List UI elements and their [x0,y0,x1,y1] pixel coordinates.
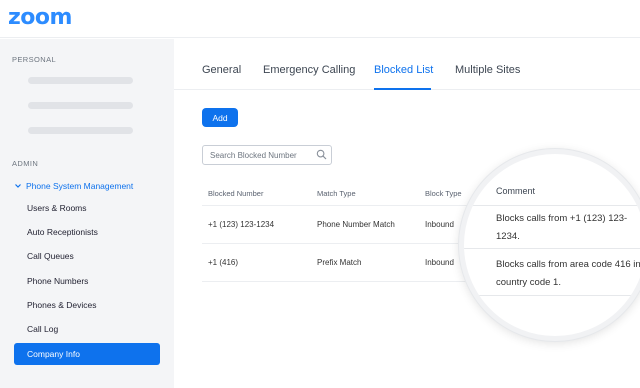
personal-placeholder-item [28,127,133,134]
cell-comment: Blocks calls from area code 416 in count… [496,259,640,288]
personal-placeholder-item [28,77,133,84]
sidebar: PERSONAL ADMIN Phone System Management U… [0,39,174,388]
table-row-divider [464,295,640,296]
sidebar-item-phones-devices[interactable]: Phones & Devices [27,300,96,310]
cell-blocked-number: +1 (416) [208,258,239,267]
tab-multiple-sites[interactable]: Multiple Sites [455,64,520,76]
cell-block-type: Inbound [425,220,454,229]
cell-match-type: Phone Number Match [317,220,395,229]
chevron-down-icon [15,184,21,188]
section-label-personal: PERSONAL [12,55,57,64]
table-row-divider [464,248,640,249]
search-icon[interactable] [316,149,327,160]
sidebar-item-call-log[interactable]: Call Log [27,324,58,334]
tab-general[interactable]: General [202,64,241,76]
column-header-block-type: Block Type [425,189,462,198]
tab-blocked-list[interactable]: Blocked List [374,64,433,76]
top-bar: zoom [0,0,640,38]
cell-match-type: Prefix Match [317,258,362,267]
sidebar-item-call-queues[interactable]: Call Queues [27,251,74,261]
sidebar-item-company-info[interactable]: Company Info [14,343,160,365]
zoom-logo[interactable]: zoom [8,5,72,30]
sidebar-item-auto-receptionists[interactable]: Auto Receptionists [27,227,98,237]
cell-blocked-number: +1 (123) 123-1234 [208,220,275,229]
table-header-divider [464,205,640,206]
cell-block-type: Inbound [425,258,454,267]
cell-comment: Blocks calls from +1 (123) 123-1234. [496,213,628,242]
section-label-admin: ADMIN [12,159,39,168]
sidebar-group-phone-system[interactable]: Phone System Management [14,181,133,191]
sidebar-item-users-rooms[interactable]: Users & Rooms [27,203,87,213]
sidebar-item-phone-numbers[interactable]: Phone Numbers [27,276,88,286]
search-input[interactable] [202,145,332,165]
column-header-blocked-number: Blocked Number [208,189,264,198]
active-tab-indicator [374,88,431,90]
add-button[interactable]: Add [202,108,238,127]
tab-emergency-calling[interactable]: Emergency Calling [263,64,355,76]
column-header-match-type: Match Type [317,189,356,198]
column-header-comment: Comment [496,186,536,196]
magnifier-callout: Comment Blocks calls from +1 (123) 123-1… [459,149,640,341]
personal-placeholder-item [28,102,133,109]
sidebar-group-label: Phone System Management [26,181,134,191]
